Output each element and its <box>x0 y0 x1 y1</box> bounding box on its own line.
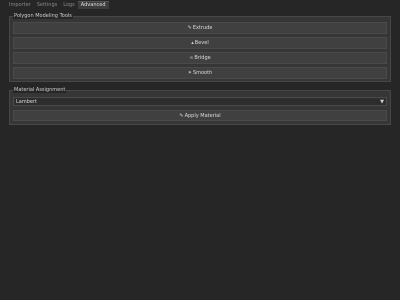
tab-bar: Importer Settings Logs Advanced <box>6 1 109 9</box>
chevron-down-icon: ▼ <box>380 99 384 105</box>
tab-settings[interactable]: Settings <box>34 2 61 9</box>
apply-material-button[interactable]: ✎ Apply Material <box>13 110 387 121</box>
apply-material-label: Apply Material <box>184 112 221 119</box>
bevel-button[interactable]: ▴ Bevel <box>13 37 387 49</box>
smooth-button[interactable]: ✶ Smooth <box>13 67 387 79</box>
smooth-label: Smooth <box>192 70 213 76</box>
material-select-value: Lambert <box>16 98 37 105</box>
material-assignment-title: Material Assignment <box>13 87 67 93</box>
extrude-label: Extrude <box>192 25 213 31</box>
bridge-label: Bridge <box>194 55 211 61</box>
bevel-label: Bevel <box>194 40 209 46</box>
material-select[interactable]: Lambert ▼ <box>13 97 387 106</box>
tab-importer[interactable]: Importer <box>6 2 34 9</box>
bevel-icon: ▴ <box>191 40 194 46</box>
polygon-modeling-tools-group: Polygon Modeling Tools ✎ Extrude ▴ Bevel… <box>9 13 391 82</box>
tab-advanced[interactable]: Advanced <box>77 1 109 9</box>
extrude-button[interactable]: ✎ Extrude <box>13 22 387 34</box>
brush-icon: ✎ <box>179 112 184 119</box>
bridge-button[interactable]: ∞ Bridge <box>13 52 387 64</box>
bridge-icon: ∞ <box>189 55 194 61</box>
extrude-icon: ✎ <box>187 25 192 31</box>
polygon-modeling-tools-title: Polygon Modeling Tools <box>13 13 73 19</box>
tab-logs[interactable]: Logs <box>60 2 78 9</box>
material-assignment-group: Material Assignment Lambert ▼ ✎ Apply Ma… <box>9 87 391 125</box>
smooth-icon: ✶ <box>187 70 192 76</box>
